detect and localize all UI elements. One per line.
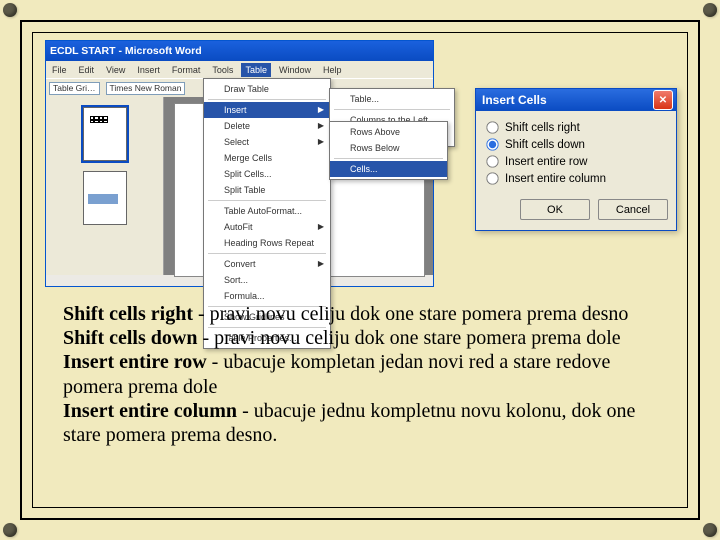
- menu-table[interactable]: Table: [241, 63, 271, 77]
- insert-cells-dialog: Insert Cells ✕ Shift cells right Shift c…: [475, 88, 677, 231]
- mi-delete[interactable]: Delete▶: [204, 118, 330, 134]
- menu-view[interactable]: View: [102, 63, 129, 77]
- mi-convert[interactable]: Convert▶: [204, 256, 330, 272]
- ok-button[interactable]: OK: [520, 199, 590, 220]
- explanation-text: Shift cells right - pravi novu celiju do…: [63, 302, 661, 447]
- word-menubar[interactable]: File Edit View Insert Format Tools Table…: [46, 61, 433, 78]
- mi-merge[interactable]: Merge Cells: [204, 150, 330, 166]
- mi-split-table[interactable]: Split Table: [204, 182, 330, 198]
- radio-shift-down[interactable]: [486, 138, 498, 150]
- menu-insert[interactable]: Insert: [133, 63, 164, 77]
- mi-insert-table[interactable]: Table...: [330, 91, 454, 107]
- chevron-right-icon: ▶: [318, 105, 324, 114]
- dialog-title: Insert Cells: [482, 93, 547, 107]
- term-entire-row: Insert entire row: [63, 351, 207, 373]
- style-dropdown[interactable]: Table Gri…: [49, 82, 100, 95]
- dialog-titlebar: Insert Cells ✕: [476, 89, 676, 111]
- opt-shift-down[interactable]: Shift cells down: [486, 138, 666, 151]
- opt-entire-row[interactable]: Insert entire row: [486, 155, 666, 168]
- page-thumbnail-1[interactable]: [83, 107, 127, 161]
- opt-shift-right[interactable]: Shift cells right: [486, 121, 666, 134]
- mi-split-cells[interactable]: Split Cells...: [204, 166, 330, 182]
- menu-format[interactable]: Format: [168, 63, 205, 77]
- font-dropdown[interactable]: Times New Roman: [106, 82, 186, 95]
- mi-autoformat[interactable]: Table AutoFormat...: [204, 203, 330, 219]
- close-icon[interactable]: ✕: [653, 90, 673, 110]
- thumbnails-pane: [46, 97, 164, 275]
- menu-file[interactable]: File: [48, 63, 71, 77]
- mi-select[interactable]: Select▶: [204, 134, 330, 150]
- insert-submenu-2[interactable]: Rows Above Rows Below Cells...: [329, 121, 448, 180]
- chevron-right-icon: ▶: [318, 137, 324, 146]
- cancel-button[interactable]: Cancel: [598, 199, 668, 220]
- word-title: ECDL START - Microsoft Word: [50, 45, 202, 57]
- radio-entire-column[interactable]: [486, 172, 498, 184]
- term-entire-column: Insert entire column: [63, 400, 237, 422]
- menu-window[interactable]: Window: [275, 63, 315, 77]
- mi-autofit[interactable]: AutoFit▶: [204, 219, 330, 235]
- menu-tools[interactable]: Tools: [208, 63, 237, 77]
- opt-entire-column[interactable]: Insert entire column: [486, 172, 666, 185]
- mi-rows-above[interactable]: Rows Above: [330, 124, 447, 140]
- menu-help[interactable]: Help: [319, 63, 346, 77]
- menu-edit[interactable]: Edit: [75, 63, 99, 77]
- radio-shift-right[interactable]: [486, 121, 498, 133]
- mi-draw-table[interactable]: Draw Table: [204, 81, 330, 97]
- mi-heading-repeat[interactable]: Heading Rows Repeat: [204, 235, 330, 251]
- word-title-bar: ECDL START - Microsoft Word: [46, 41, 433, 61]
- term-shift-down: Shift cells down: [63, 327, 197, 349]
- word-window: ECDL START - Microsoft Word File Edit Vi…: [45, 40, 434, 287]
- mi-rows-below[interactable]: Rows Below: [330, 140, 447, 156]
- term-shift-right: Shift cells right: [63, 303, 193, 325]
- mi-sort[interactable]: Sort...: [204, 272, 330, 288]
- chevron-right-icon: ▶: [318, 121, 324, 130]
- radio-entire-row[interactable]: [486, 155, 498, 167]
- mi-cells-popup[interactable]: Cells...: [330, 161, 447, 177]
- chevron-right-icon: ▶: [318, 259, 324, 268]
- chevron-right-icon: ▶: [318, 222, 324, 231]
- page-thumbnail-2[interactable]: [83, 171, 127, 225]
- mi-insert[interactable]: Insert▶: [204, 102, 330, 118]
